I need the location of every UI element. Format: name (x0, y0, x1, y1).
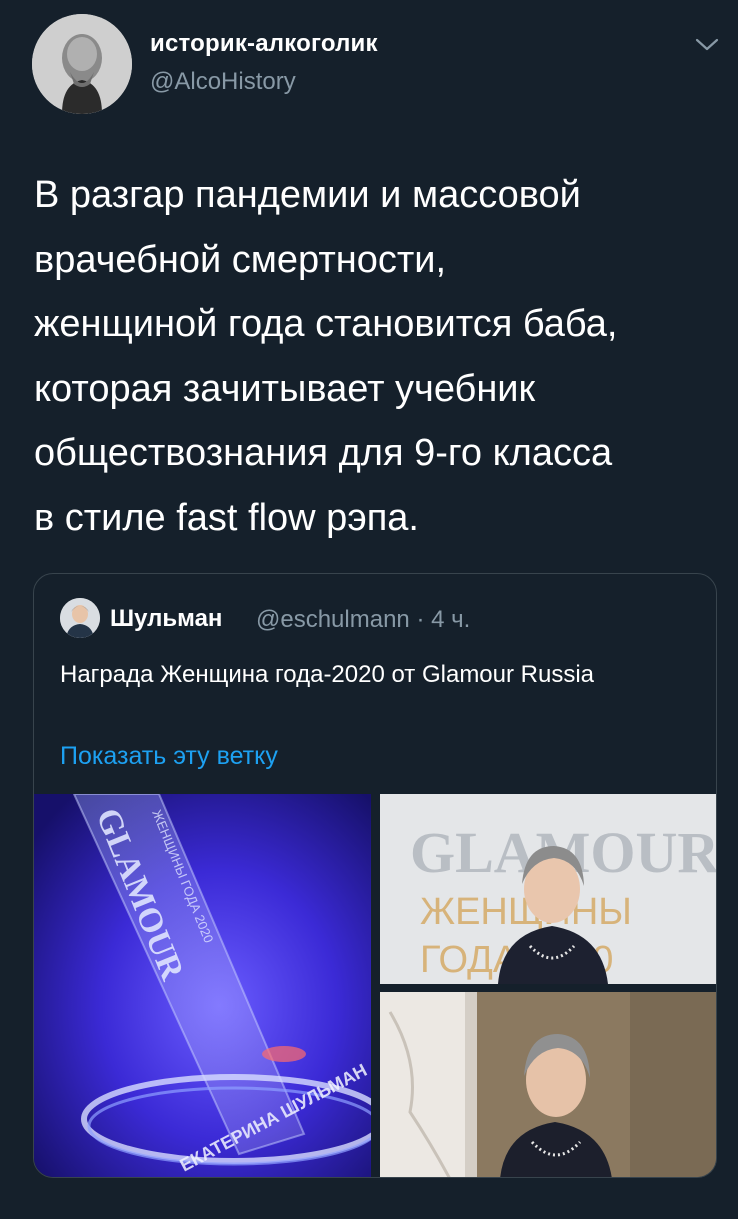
quoted-time[interactable]: 4 ч. (431, 606, 470, 633)
quoted-avatar[interactable] (60, 598, 100, 638)
tweet-text-line: женщиной года становится баба, (34, 303, 618, 345)
media-grid: GLAMOUR ЖЕНЩИНЫ ГОДА 2020 ЕКАТЕРИНА ШУЛЬ… (34, 794, 717, 1178)
tweet-text-line: врачебной смертности, (34, 238, 447, 281)
glamour-backdrop-photo[interactable]: GLAMOUR ЖЕНЩИНЫ ГОДА 2020 (380, 794, 717, 984)
tweet-text-line: в стиле fast flow рэпа. (34, 496, 419, 539)
portrait-photo[interactable] (380, 992, 717, 1178)
user-handle[interactable]: @AlcoHistory (150, 68, 296, 96)
tweet-header: историк-алкоголик @AlcoHistory (0, 0, 738, 140)
quoted-handle[interactable]: @eschulmann (256, 606, 410, 633)
separator-dot: · (416, 606, 425, 633)
tweet-text: В разгар пандемии и массовой врачебной с… (34, 163, 724, 550)
avatar[interactable] (32, 14, 132, 114)
tweet-text-line: В разгар пандемии и массовой (34, 174, 581, 216)
quoted-meta: @eschulmann · 4 ч. (256, 606, 470, 634)
chevron-down-icon[interactable] (694, 36, 720, 54)
tweet-text-line: обществознания для 9-го класса (34, 432, 613, 474)
tweet-text-line: которая зачитывает учебник (34, 367, 536, 410)
quoted-text: Награда Женщина года-2020 от Glamour Rus… (60, 661, 595, 688)
award-photo[interactable]: GLAMOUR ЖЕНЩИНЫ ГОДА 2020 ЕКАТЕРИНА ШУЛЬ… (34, 794, 371, 1178)
display-name[interactable]: историк-алкоголик (150, 30, 378, 58)
show-thread-link[interactable]: Показать эту ветку (60, 742, 278, 771)
quoted-display-name[interactable]: Шульман (110, 605, 222, 633)
quoted-tweet-card[interactable]: Шульман @eschulmann · 4 ч. Награда Женщи… (33, 573, 717, 1178)
